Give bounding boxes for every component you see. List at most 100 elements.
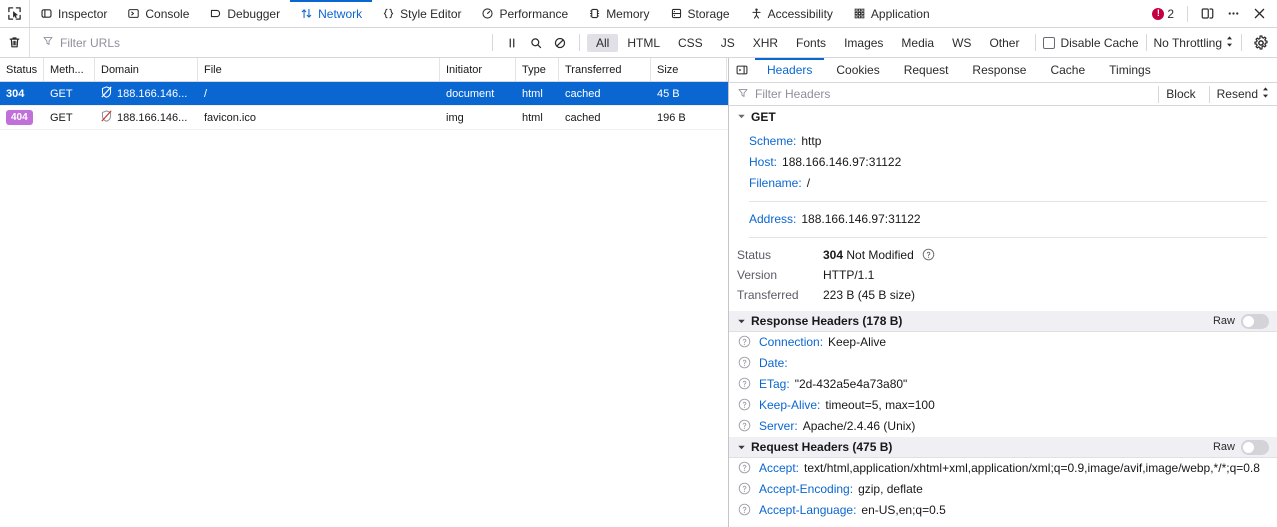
section-header-response-headers[interactable]: Response Headers (178 B) Raw xyxy=(729,311,1277,332)
summary-key: Transferred xyxy=(737,285,823,305)
tab-timings[interactable]: Timings xyxy=(1097,58,1163,82)
tab-performance[interactable]: Performance xyxy=(471,0,578,27)
tab-headers[interactable]: Headers xyxy=(755,58,824,82)
header-key: Server: xyxy=(759,418,798,435)
tab-style-editor[interactable]: Style Editor xyxy=(372,0,471,27)
column-header-method[interactable]: Meth... xyxy=(44,58,95,81)
filter-urls-input[interactable] xyxy=(60,36,479,50)
tab-accessibility[interactable]: Accessibility xyxy=(740,0,843,27)
cell-size: 196 B xyxy=(651,106,727,129)
raw-toggle[interactable] xyxy=(1241,440,1269,455)
tab-label: Network xyxy=(318,7,362,21)
type-filter-xhr[interactable]: XHR xyxy=(744,34,787,52)
cell-method: GET xyxy=(44,106,95,129)
column-header-file[interactable]: File xyxy=(198,58,440,81)
panel-toggle-icon[interactable] xyxy=(729,58,755,82)
type-filter-js[interactable]: JS xyxy=(712,34,744,52)
tab-application[interactable]: Application xyxy=(843,0,940,27)
block-button[interactable]: Block xyxy=(1158,86,1202,103)
status-code: 304 xyxy=(6,88,24,100)
cell-status: 404 xyxy=(0,106,44,129)
element-picker-icon[interactable] xyxy=(0,0,30,27)
column-header-type[interactable]: Type xyxy=(516,58,559,81)
resend-label: Resend xyxy=(1217,87,1258,101)
filter-urls-container[interactable] xyxy=(36,32,485,54)
type-filter-media[interactable]: Media xyxy=(892,34,943,52)
dock-layout-icon[interactable] xyxy=(1195,2,1219,26)
type-filter-ws[interactable]: WS xyxy=(943,34,980,52)
field-value: 188.166.146.97:31122 xyxy=(801,211,920,228)
help-icon[interactable] xyxy=(922,248,935,261)
details-tab-bar: Headers Cookies Request Response Cache T… xyxy=(729,58,1277,83)
type-filter-all[interactable]: All xyxy=(587,34,618,52)
throttling-label: No Throttling xyxy=(1154,36,1222,50)
help-icon[interactable] xyxy=(737,482,752,495)
list-item: Transferred 223 B (45 B size) xyxy=(729,285,1277,305)
error-count-badge[interactable]: ! 2 xyxy=(1146,7,1180,21)
type-filter-other[interactable]: Other xyxy=(980,34,1028,52)
help-icon[interactable] xyxy=(737,419,752,432)
close-icon[interactable] xyxy=(1247,2,1271,26)
help-icon[interactable] xyxy=(737,503,752,516)
status-text: Not Modified xyxy=(846,248,913,262)
tab-label: Style Editor xyxy=(400,7,461,21)
header-value: "2d-432a5e4a73a80" xyxy=(795,376,908,393)
help-icon[interactable] xyxy=(737,356,752,369)
list-item: Accept-Encoding: gzip, deflate xyxy=(729,479,1277,500)
tab-storage[interactable]: Storage xyxy=(660,0,740,27)
tab-memory[interactable]: Memory xyxy=(578,0,659,27)
tab-console[interactable]: Console xyxy=(117,0,199,27)
disable-cache-checkbox[interactable]: Disable Cache xyxy=(1043,36,1138,50)
trash-icon[interactable] xyxy=(0,28,30,57)
section-header-request-headers[interactable]: Request Headers (475 B) Raw xyxy=(729,437,1277,458)
style-editor-icon xyxy=(382,7,395,20)
type-filter-css[interactable]: CSS xyxy=(669,34,712,52)
type-filter-images[interactable]: Images xyxy=(835,34,892,52)
list-item: Keep-Alive: timeout=5, max=100 xyxy=(729,395,1277,416)
pause-icon[interactable] xyxy=(500,31,524,55)
tab-cache[interactable]: Cache xyxy=(1038,58,1097,82)
headers-filter-bar: Block Resend xyxy=(729,83,1277,106)
block-icon[interactable] xyxy=(548,31,572,55)
tab-debugger[interactable]: Debugger xyxy=(199,0,290,27)
tab-label: Performance xyxy=(499,7,568,21)
type-filter-fonts[interactable]: Fonts xyxy=(787,34,835,52)
column-header-size[interactable]: Size xyxy=(651,58,727,81)
table-row[interactable]: 404 GET 188.166.146... favicon.ico img h… xyxy=(0,106,728,130)
column-header-status[interactable]: Status xyxy=(0,58,44,81)
error-count: 2 xyxy=(1167,7,1174,21)
more-options-icon[interactable] xyxy=(1221,2,1245,26)
help-icon[interactable] xyxy=(737,335,752,348)
tab-network[interactable]: Network xyxy=(290,0,372,27)
column-header-domain[interactable]: Domain xyxy=(95,58,198,81)
gear-icon[interactable] xyxy=(1249,31,1273,55)
list-item: ETag: "2d-432a5e4a73a80" xyxy=(729,374,1277,395)
help-icon[interactable] xyxy=(737,461,752,474)
column-header-transferred[interactable]: Transferred xyxy=(559,58,651,81)
status-code: 304 xyxy=(823,248,843,262)
type-filter-html[interactable]: HTML xyxy=(618,34,669,52)
domain-text: 188.166.146... xyxy=(117,88,187,100)
raw-label: Raw xyxy=(1213,441,1235,453)
help-icon[interactable] xyxy=(737,377,752,390)
help-icon[interactable] xyxy=(737,398,752,411)
raw-toggle[interactable] xyxy=(1241,314,1269,329)
tab-inspector[interactable]: Inspector xyxy=(30,0,117,27)
response-headers-list: Connection: Keep-Alive Date: ETag: "2d-4… xyxy=(729,332,1277,437)
tab-label: Debugger xyxy=(227,7,280,21)
column-header-initiator[interactable]: Initiator xyxy=(440,58,516,81)
tab-label: Memory xyxy=(606,7,649,21)
tab-request[interactable]: Request xyxy=(892,58,961,82)
filter-headers-input[interactable] xyxy=(755,87,1152,101)
tab-response[interactable]: Response xyxy=(960,58,1038,82)
divider xyxy=(749,237,1267,238)
table-row[interactable]: 304 GET 188.166.146... / document html c… xyxy=(0,82,728,106)
header-key: Date: xyxy=(759,355,788,372)
search-icon[interactable] xyxy=(524,31,548,55)
insecure-shield-icon xyxy=(101,86,112,101)
resend-button[interactable]: Resend xyxy=(1209,86,1277,103)
cell-domain: 188.166.146... xyxy=(95,82,198,105)
tab-cookies[interactable]: Cookies xyxy=(824,58,891,82)
throttling-dropdown[interactable]: No Throttling xyxy=(1154,35,1234,51)
section-header-get[interactable]: GET xyxy=(729,106,1277,127)
